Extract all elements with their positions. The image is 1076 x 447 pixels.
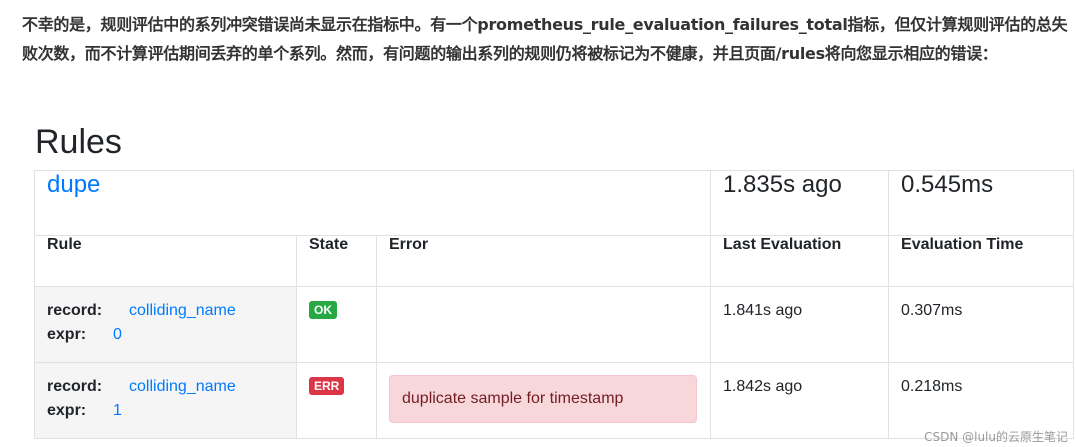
table-row: record: colliding_name expr: 1 ERR duplica… xyxy=(34,362,1075,439)
status-badge-ok: OK xyxy=(309,301,337,319)
evaluation-time-value: 0.307ms xyxy=(901,302,963,319)
rules-table: dupe 1.835s ago 0.545ms Rule State Error… xyxy=(33,170,1075,439)
intro-paragraph: 不幸的是，规则评估中的系列冲突错误尚未显示在指标中。有一个prometheus_… xyxy=(22,15,1068,63)
column-header-state: State xyxy=(296,235,377,287)
evaluation-time-cell: 0.307ms xyxy=(888,286,1075,363)
record-name-link[interactable]: colliding_name xyxy=(129,378,236,395)
error-cell: duplicate sample for timestamp xyxy=(375,362,712,439)
status-badge-err: ERR xyxy=(309,377,345,395)
group-name-link[interactable]: dupe xyxy=(47,171,100,198)
table-row: record: colliding_name expr: 0 OK 1.841s a… xyxy=(34,286,1075,363)
page-title: Rules xyxy=(35,123,122,161)
column-header-row: Rule State Error Last Evaluation Evaluat… xyxy=(34,235,1075,287)
expr-label: expr: xyxy=(47,326,87,343)
rule-definition-cell: record: colliding_name expr: 0 xyxy=(34,286,297,363)
group-header-row: dupe 1.835s ago 0.545ms xyxy=(33,170,1075,236)
state-cell: ERR xyxy=(296,362,377,439)
group-name-cell: dupe xyxy=(33,170,712,236)
page: 不幸的是，规则评估中的系列冲突错误尚未显示在指标中。有一个prometheus_… xyxy=(0,0,1076,447)
error-alert: duplicate sample for timestamp xyxy=(389,375,697,423)
record-name-link[interactable]: colliding_name xyxy=(129,302,236,319)
last-evaluation-value: 1.841s ago xyxy=(723,302,803,319)
column-header-evaluation-time: Evaluation Time xyxy=(888,235,1075,287)
expr-link[interactable]: 0 xyxy=(113,326,122,343)
record-label: record: xyxy=(47,378,103,395)
group-last-evaluation: 1.835s ago xyxy=(710,170,890,236)
record-label: record: xyxy=(47,302,103,319)
expr-link[interactable]: 1 xyxy=(113,402,122,419)
column-header-rule: Rule xyxy=(34,235,297,287)
expr-label: expr: xyxy=(47,402,87,419)
watermark: CSDN @lulu的云原生笔记 xyxy=(924,430,1068,444)
column-header-last-evaluation: Last Evaluation xyxy=(710,235,890,287)
state-cell: OK xyxy=(296,286,377,363)
error-cell xyxy=(375,286,712,363)
last-evaluation-value: 1.842s ago xyxy=(723,378,803,395)
group-evaluation-time: 0.545ms xyxy=(888,170,1075,236)
rule-definition-cell: record: colliding_name expr: 1 xyxy=(34,362,297,439)
last-evaluation-cell: 1.841s ago xyxy=(710,286,890,363)
column-header-error: Error xyxy=(375,235,712,287)
evaluation-time-value: 0.218ms xyxy=(901,378,963,395)
last-evaluation-cell: 1.842s ago xyxy=(710,362,890,439)
